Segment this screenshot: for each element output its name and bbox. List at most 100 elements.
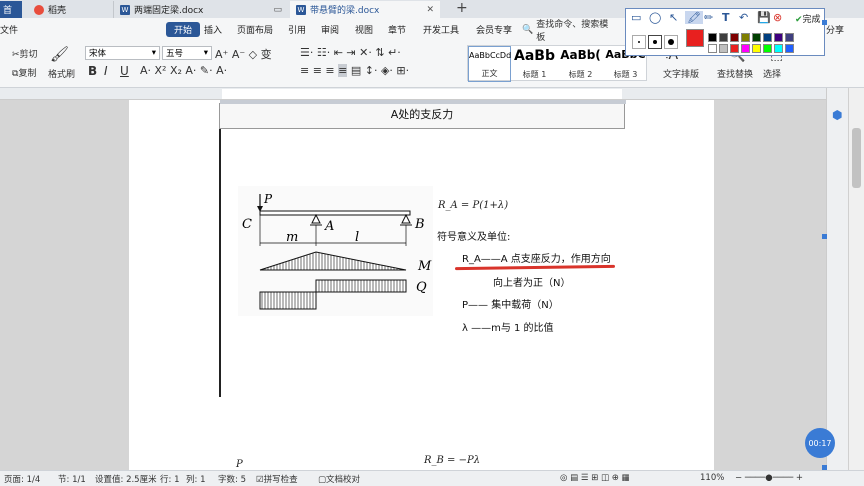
pencil-tool-icon[interactable]: ✏ xyxy=(704,11,713,24)
status-row: 行: 1 xyxy=(160,475,180,485)
italic-button[interactable]: I xyxy=(104,64,108,78)
doc-compare-button[interactable]: ▢文档校对 xyxy=(318,473,360,485)
tab-home[interactable]: 首 xyxy=(0,1,22,18)
menu-start[interactable]: 开始 xyxy=(166,22,201,37)
heading-top-bar xyxy=(220,100,626,104)
cancel-icon[interactable]: ⊗ xyxy=(773,11,782,24)
style-heading-2[interactable]: AaBb(标题 2 xyxy=(558,46,603,82)
tab-doc-fixed-beam[interactable]: W 两端固定梁.docx ▭ xyxy=(113,1,288,18)
close-icon[interactable]: ✕ xyxy=(426,5,434,15)
cut-label: 剪切 xyxy=(19,50,38,60)
location-pin-icon[interactable]: ⬢ xyxy=(832,108,842,122)
color-swatch[interactable] xyxy=(719,33,728,42)
view-mode-icons[interactable]: ◎ ▤ ☰ ⊞ ◫ ⊕ ▦ xyxy=(560,473,630,483)
command-search[interactable]: 🔍 查找命令、搜索模板 xyxy=(522,20,617,43)
color-swatch[interactable] xyxy=(752,33,761,42)
label-m: m xyxy=(286,230,298,245)
menu-view[interactable]: 视图 xyxy=(355,23,373,36)
color-swatch[interactable] xyxy=(741,44,750,53)
menu-file[interactable]: 文件 xyxy=(0,23,18,36)
color-swatch[interactable] xyxy=(708,33,717,42)
tab-daoke[interactable]: 稻壳 xyxy=(28,1,110,18)
bold-button[interactable]: B xyxy=(88,64,97,78)
horizontal-ruler[interactable] xyxy=(0,88,864,100)
style-heading-1[interactable]: AaBb 标题 1 xyxy=(512,46,557,82)
align-icons[interactable]: ≡ ≡ ≡ ≡ ▤ ↕· ◈· ⊞· xyxy=(300,64,409,77)
search-placeholder: 查找命令、搜索模板 xyxy=(536,19,609,43)
text-layout-button[interactable]: 文字排版 xyxy=(663,67,699,80)
color-swatch[interactable] xyxy=(730,33,739,42)
label-Q: Q xyxy=(416,280,427,295)
text-effects-icons[interactable]: A· X² X₂ A· ✎· A· xyxy=(140,64,227,77)
underline-button[interactable]: U xyxy=(120,64,129,78)
marker-tool-icon[interactable]: 🖍 xyxy=(685,11,703,24)
brush-size-large[interactable] xyxy=(664,35,678,49)
menu-review[interactable]: 审阅 xyxy=(321,23,339,36)
color-swatch[interactable] xyxy=(763,44,772,53)
menu-member[interactable]: 会员专享 xyxy=(476,23,512,36)
vertical-scrollbar[interactable] xyxy=(848,88,864,470)
color-swatch[interactable] xyxy=(785,44,794,53)
grow-font-icon[interactable]: A⁺ A⁻ ◇ 变 xyxy=(215,46,272,62)
tab-doc-cantilever-beam[interactable]: W 带悬臂的梁.docx ✕ xyxy=(290,1,440,18)
style-normal[interactable]: AaBbCcDd 正文 xyxy=(468,46,511,82)
brush-size-medium[interactable] xyxy=(648,35,662,49)
font-size-select[interactable]: 五号 ▾ xyxy=(162,46,212,60)
zoom-slider[interactable]: − ────●──── + xyxy=(735,473,803,483)
save-icon[interactable]: 💾 xyxy=(757,11,771,24)
find-replace-button[interactable]: 查找替换 xyxy=(717,67,753,80)
list-icons[interactable]: ☰· ☷· ⇤ ⇥ ✕· ⇅ ↵· xyxy=(300,46,401,59)
color-swatch[interactable] xyxy=(763,33,772,42)
color-swatch[interactable] xyxy=(752,44,761,53)
color-swatch[interactable] xyxy=(730,44,739,53)
doc-icon: ▢ xyxy=(318,475,327,485)
color-swatch[interactable] xyxy=(774,33,783,42)
current-color-swatch[interactable] xyxy=(686,29,704,47)
chevron-down-icon: ▾ xyxy=(151,48,156,58)
undo-icon[interactable]: ↶ xyxy=(739,11,748,24)
zoom-level[interactable]: 110% xyxy=(700,473,724,483)
menu-insert[interactable]: 插入 xyxy=(204,23,222,36)
color-swatch[interactable] xyxy=(719,44,728,53)
rectangle-tool-icon[interactable]: ▭ xyxy=(631,11,641,24)
color-swatch[interactable] xyxy=(741,33,750,42)
beam-diagram: P C A B m l M Q xyxy=(238,186,433,316)
status-chars[interactable]: 字数: 5 xyxy=(218,473,246,485)
label-M: M xyxy=(417,259,432,274)
menu-references[interactable]: 引用 xyxy=(288,23,306,36)
recording-timer[interactable]: 00:17 xyxy=(805,428,835,458)
color-swatch[interactable] xyxy=(785,33,794,42)
table-left-border xyxy=(219,129,221,397)
spell-label: 拼写检查 xyxy=(263,475,298,485)
font-name-select[interactable]: 宋体 ▾ xyxy=(85,46,160,60)
format-painter-label[interactable]: 格式刷 xyxy=(48,67,75,80)
checkbox-icon: ☑ xyxy=(256,475,264,485)
status-page[interactable]: 页面: 1/4 xyxy=(4,473,40,485)
color-swatch[interactable] xyxy=(774,44,783,53)
spell-check-button[interactable]: ☑拼写检查 xyxy=(256,473,298,485)
menu-page-layout[interactable]: 页面布局 xyxy=(237,23,273,36)
text-tool-icon[interactable]: T xyxy=(722,11,730,24)
selection-handle[interactable] xyxy=(822,234,827,239)
arrow-tool-icon[interactable]: ↖ xyxy=(669,11,678,24)
share-button[interactable]: 分享 xyxy=(826,23,844,36)
color-swatch[interactable] xyxy=(708,44,717,53)
done-button[interactable]: ✔完成 xyxy=(795,12,821,25)
menu-chapter[interactable]: 章节 xyxy=(388,23,406,36)
menu-dev-tools[interactable]: 开发工具 xyxy=(423,23,459,36)
ellipse-tool-icon[interactable]: ◯ xyxy=(649,11,661,24)
scissors-icon: ✂ xyxy=(12,50,20,60)
selection-handle[interactable] xyxy=(822,20,827,25)
copy-button[interactable]: ⧉复制 xyxy=(12,66,36,79)
format-painter-icon[interactable]: 🖌 xyxy=(50,45,69,63)
brush-size-small[interactable] xyxy=(632,35,646,49)
style-gallery: AaBbCcDd正文 AaBb标题 1 AaBb(标题 2 AaBbC标题 3 xyxy=(467,45,647,82)
chevron-down-icon: ▾ xyxy=(203,48,208,58)
new-tab-button[interactable]: + xyxy=(456,0,468,16)
cut-button[interactable]: ✂剪切 xyxy=(12,47,38,60)
definition-p: P—— 集中载荷（N） xyxy=(462,300,559,311)
scrollbar-thumb[interactable] xyxy=(852,128,861,188)
style-sample: AaBbCcDd xyxy=(469,51,512,60)
select-button[interactable]: 选择 xyxy=(763,67,781,80)
font-size-value: 五号 xyxy=(166,49,184,59)
